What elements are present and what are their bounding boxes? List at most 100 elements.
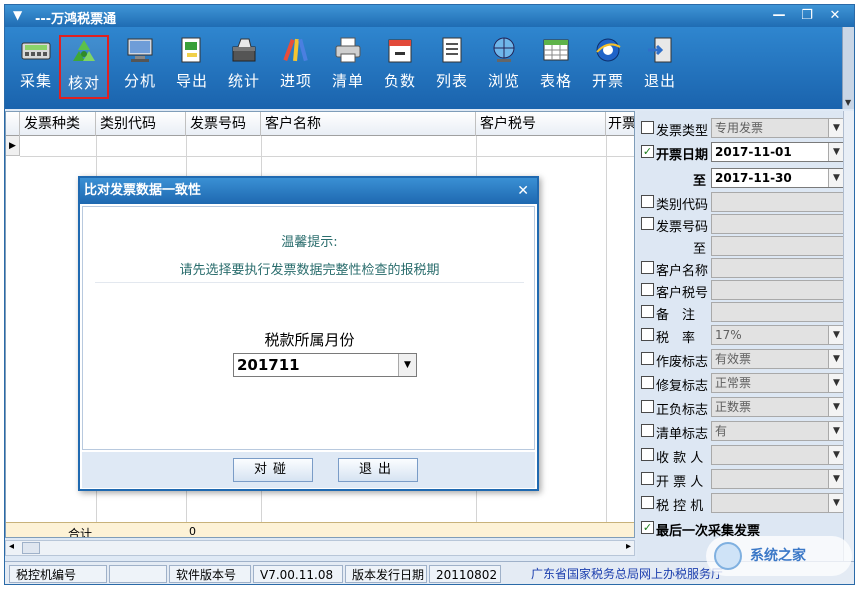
issuer-select[interactable]: ▼ (711, 469, 845, 489)
repair-flag-select[interactable]: 正常票 ▼ (711, 373, 845, 393)
invoice-no-checkbox[interactable] (641, 217, 654, 230)
scroll-thumb[interactable] (22, 542, 40, 554)
issuer-checkbox[interactable] (641, 472, 654, 485)
void-flag-label: 作废标志 (656, 355, 709, 370)
row-indicator[interactable]: ▶ (6, 136, 20, 156)
scroll-left-icon[interactable]: ◂ (9, 541, 14, 552)
chevron-down-icon[interactable]: ▼ (398, 354, 416, 376)
sum-label: 合计 (68, 527, 93, 538)
toolbar-statistics-label: 统计 (227, 72, 260, 90)
category-code-input[interactable] (711, 192, 845, 212)
toolbar-list-button[interactable]: 清单 (323, 35, 373, 99)
minimize-button[interactable]: — (769, 7, 789, 24)
toolbar-table-list-button[interactable]: 列表 (427, 35, 477, 99)
column-header-invoice-number[interactable]: 发票号码 (186, 112, 261, 136)
list-flag-select[interactable]: 有 ▼ (711, 421, 845, 441)
column-header-issue[interactable]: 开票 (606, 112, 634, 136)
filter-tax-rate: 税 率 17% ▼ (639, 324, 845, 346)
close-button[interactable]: ✕ (825, 7, 845, 24)
column-header-customer-name[interactable]: 客户名称 (261, 112, 476, 136)
chevron-down-icon[interactable]: ▼ (828, 143, 844, 161)
chevron-down-icon[interactable]: ▼ (828, 398, 844, 416)
chevron-down-icon[interactable]: ▼ (828, 422, 844, 440)
chevron-down-icon[interactable]: ▼ (845, 98, 851, 107)
toolbar-exit-label: 退出 (643, 72, 676, 90)
filter-invoice-no: 发票号码 (639, 213, 845, 235)
grid-horizontal-scrollbar[interactable]: ◂ ▸ (5, 540, 635, 556)
customer-name-input[interactable] (711, 258, 845, 278)
toolbar-browse-button[interactable]: 浏览 (479, 35, 529, 99)
last-collect-checkbox[interactable]: ✓ (641, 521, 654, 534)
toolbar-scrollbar[interactable]: ▼ (842, 27, 854, 109)
toolbar-input-button[interactable]: 进项 (271, 35, 321, 99)
status-version-value: V7.00.11.08 (253, 565, 343, 583)
toolbar-exit-button[interactable]: 退出 (635, 35, 685, 99)
toolbar-negative-button[interactable]: 负数 (375, 35, 425, 99)
toolbar-browse-label: 浏览 (487, 72, 520, 90)
category-code-label: 类别代码 (656, 198, 709, 213)
filter-payee: 收 款 人 ▼ (639, 444, 845, 466)
hint-divider (95, 282, 524, 283)
chevron-down-icon[interactable]: ▼ (828, 494, 844, 512)
toolbar-check-button[interactable]: 核对 (59, 35, 109, 99)
compare-dialog: 比对发票数据一致性 ✕ 温馨提示: 请先选择要执行发票数据完整性检查的报税期 税… (78, 176, 539, 491)
status-device-label: 税控机编号 (9, 565, 107, 583)
filter-date-to: 至 2017-11-30 ▼ (639, 167, 845, 189)
toolbar-issue-label: 开票 (591, 72, 624, 90)
toolbar-list-label: 清单 (331, 72, 364, 90)
match-button[interactable]: 对碰 (233, 458, 313, 482)
remark-input[interactable] (711, 302, 845, 322)
toolbar-sheet-button[interactable]: 表格 (531, 35, 581, 99)
invoice-type-checkbox[interactable] (641, 121, 654, 134)
tax-device-checkbox[interactable] (641, 496, 654, 509)
chevron-down-icon[interactable]: ▼ (828, 470, 844, 488)
customer-tax-id-checkbox[interactable] (641, 283, 654, 296)
toolbar-collect-button[interactable]: 采集 (11, 35, 61, 99)
remark-checkbox[interactable] (641, 305, 654, 318)
column-header-invoice-kind[interactable]: 发票种类 (20, 112, 96, 136)
hint-title: 温馨提示: (281, 235, 338, 250)
category-code-checkbox[interactable] (641, 195, 654, 208)
issue-date-checkbox[interactable]: ✓ (641, 145, 654, 158)
scroll-right-icon[interactable]: ▸ (626, 541, 631, 552)
void-flag-select[interactable]: 有效票 ▼ (711, 349, 845, 369)
customer-name-checkbox[interactable] (641, 261, 654, 274)
customer-tax-id-input[interactable] (711, 280, 845, 300)
chevron-down-icon[interactable]: ▼ (828, 169, 844, 187)
tax-device-select[interactable]: ▼ (711, 493, 845, 513)
chevron-down-icon[interactable]: ▼ (828, 326, 844, 344)
repair-flag-checkbox[interactable] (641, 376, 654, 389)
invoice-no-input[interactable] (711, 214, 845, 234)
chevron-down-icon[interactable]: ▼ (828, 119, 844, 137)
sign-flag-select[interactable]: 正数票 ▼ (711, 397, 845, 417)
dialog-close-icon[interactable]: ✕ (517, 178, 529, 204)
period-select[interactable]: 201711 ▼ (233, 353, 417, 377)
date-from-picker[interactable]: 2017-11-01 ▼ (711, 142, 845, 162)
chevron-down-icon[interactable]: ▼ (828, 350, 844, 368)
dialog-exit-button[interactable]: 退出 (338, 458, 418, 482)
remark-label: 备 注 (656, 308, 696, 323)
toolbar-statistics-button[interactable]: 统计 (219, 35, 269, 99)
column-header-category-code[interactable]: 类别代码 (96, 112, 186, 136)
filter-panel-scrollbar[interactable] (843, 111, 854, 561)
payee-select[interactable]: ▼ (711, 445, 845, 465)
toolbar-extension-label: 分机 (123, 72, 156, 90)
chevron-down-icon[interactable]: ▼ (828, 446, 844, 464)
sign-flag-checkbox[interactable] (641, 400, 654, 413)
column-header-customer-tax-id[interactable]: 客户税号 (476, 112, 606, 136)
chevron-down-icon[interactable]: ▼ (828, 374, 844, 392)
list-flag-checkbox[interactable] (641, 424, 654, 437)
tax-rate-checkbox[interactable] (641, 328, 654, 341)
toolbar-export-button[interactable]: 导出 (167, 35, 217, 99)
void-flag-checkbox[interactable] (641, 352, 654, 365)
system-menu-icon[interactable]: ▼ (13, 8, 22, 22)
invoice-no-to-input[interactable] (711, 236, 845, 256)
tax-rate-select[interactable]: 17% ▼ (711, 325, 845, 345)
restore-button[interactable]: ❐ (797, 7, 817, 24)
payee-checkbox[interactable] (641, 448, 654, 461)
toolbar-extension-button[interactable]: 分机 (115, 35, 165, 99)
filter-invoice-no-to: 至 (639, 235, 845, 257)
invoice-type-select[interactable]: 专用发票 ▼ (711, 118, 845, 138)
toolbar-issue-button[interactable]: 开票 (583, 35, 633, 99)
date-to-picker[interactable]: 2017-11-30 ▼ (711, 168, 845, 188)
